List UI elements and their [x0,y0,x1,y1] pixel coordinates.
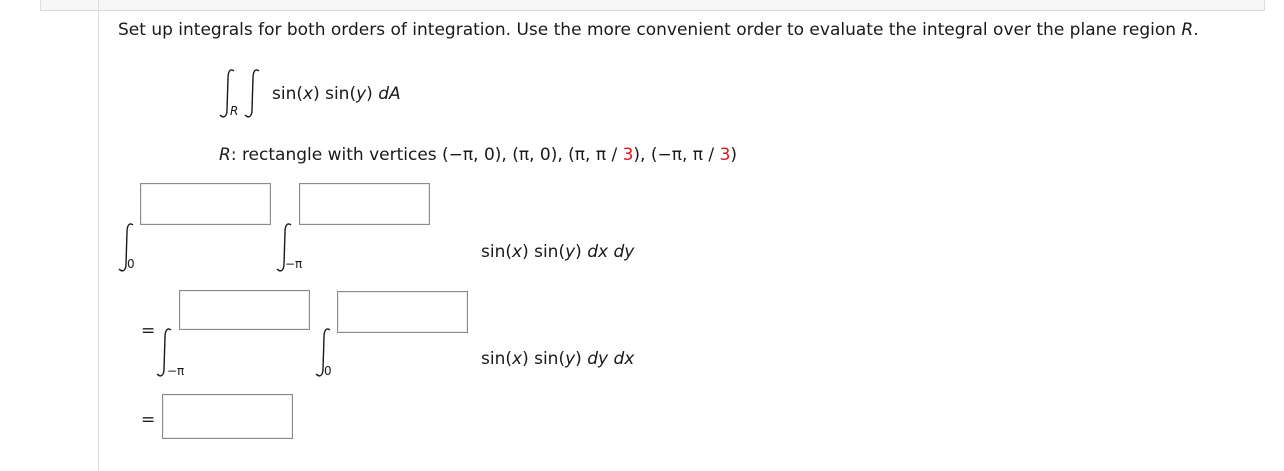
order2-outer-lower-limit: −π [167,364,185,378]
order1-outer-upper-input[interactable] [141,184,270,224]
content-divider [98,0,99,471]
integrand-y: y [565,349,576,369]
integrand-part: ) [366,84,379,104]
order1-integrand: sin(x) sin(y) dx dy [481,242,634,262]
order1-outer-upper-box[interactable] [140,183,271,225]
order2-inner-lower-limit: 0 [324,364,332,378]
order2-inner-upper-box[interactable] [337,291,468,333]
integrand-part: ) sin( [522,349,566,369]
integrand-differential: dA [378,84,401,104]
integrand-part: sin( [272,84,303,104]
integrand-part: ) [575,349,588,369]
integrand-differential: dx dy [587,242,635,262]
integrand-part: ) sin( [522,242,566,262]
integrand-part: ) sin( [313,84,357,104]
instruction-period: . [1193,20,1199,40]
integrand-y: y [565,242,576,262]
integrand-part: sin( [481,242,512,262]
integrand-x: x [512,349,523,369]
order2-outer-upper-input[interactable] [180,291,309,329]
integrand-part: ) [575,242,588,262]
order2-equals-sign: = [141,321,156,341]
region-var: R [219,145,231,165]
integral-sign-2 [244,69,260,118]
result-answer-box[interactable] [162,394,293,439]
region-subscript: R [230,104,239,118]
order2-inner-upper-input[interactable] [338,292,467,332]
result-equals-sign: = [141,410,156,430]
order1-inner-upper-box[interactable] [299,183,430,225]
integrand-y: y [356,84,367,104]
problem-instruction: Set up integrals for both orders of inte… [118,20,1199,40]
order2-integrand: sin(x) sin(y) dy dx [481,349,634,369]
highlight-value: 3 [719,145,731,165]
region-text: ) [730,145,738,165]
header-strip [40,0,1265,11]
result-answer-input[interactable] [163,395,292,438]
order1-inner-lower-limit: −π [285,257,303,271]
integrand-part: sin( [481,349,512,369]
order2-outer-upper-box[interactable] [179,290,310,330]
order1-inner-upper-input[interactable] [300,184,429,224]
integrand-differential: dy dx [587,349,635,369]
highlight-value: 3 [622,145,634,165]
integrand-x: x [512,242,523,262]
region-description: R: rectangle with vertices (−π, 0), (π, … [219,145,737,165]
integrand-x: x [303,84,314,104]
double-integral-integrand: sin(x) sin(y) dA [272,84,401,104]
order1-outer-lower-limit: 0 [127,257,135,271]
instruction-text: Set up integrals for both orders of inte… [118,20,1182,40]
region-text: ), (−π, π / [633,145,720,165]
region-text: : rectangle with vertices (−π, 0), (π, 0… [230,145,623,165]
instruction-region-var: R [1181,20,1194,40]
